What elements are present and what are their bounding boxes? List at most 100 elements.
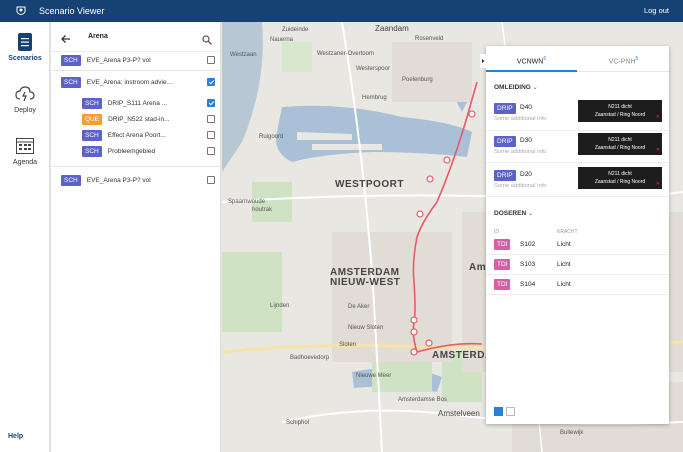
map-label-westzaner: Westzaner-Overtoom	[317, 51, 374, 57]
table-row[interactable]: TDI S104 Licht	[486, 275, 669, 295]
sch-badge: SCH	[82, 129, 102, 141]
map-label-nauerna: Nauerna	[270, 37, 294, 43]
que-badge: QUE	[82, 113, 103, 125]
crest-icon	[13, 3, 29, 19]
drip-row[interactable]: DRIP D40 Some additional info N211 dicht…	[494, 100, 664, 132]
divider	[51, 70, 221, 71]
cross-icon: ✕	[655, 181, 660, 187]
map-label-de-aker: De Aker	[348, 304, 370, 310]
list-item-label: EVE_Arena: instroom advie…	[86, 78, 174, 86]
view-toggle	[494, 407, 515, 416]
doseren-toggle[interactable]: DOSEREN ⌄	[494, 210, 533, 217]
map-label-zaandam: Zaandam	[375, 24, 409, 33]
list-item[interactable]: QUE DRIP_N522 stad-in...	[51, 112, 221, 126]
list-item-checkbox[interactable]	[207, 56, 215, 64]
tdi-id: S103	[520, 261, 536, 268]
drip-sign: N211 dicht Zaanstad / Ring Noord ✕	[578, 167, 662, 189]
list-item-checkbox[interactable]	[207, 78, 215, 86]
map-label-badhoevedorp: Badhoevedorp	[290, 355, 330, 361]
drip-sign: N211 dicht Zaanstad / Ring Noord ✕	[578, 133, 662, 155]
drip-row[interactable]: DRIP D20 Some additional info N211 dicht…	[494, 167, 664, 199]
drip-code: D40	[520, 104, 532, 111]
list-view-icon[interactable]	[494, 407, 503, 416]
sign-line-1: N211 dicht	[608, 137, 632, 143]
tab-label: VC-PNH	[608, 58, 636, 66]
divider	[486, 130, 669, 131]
table-row[interactable]: TDI S102 Licht	[486, 235, 669, 255]
map-label-ruigoord: Ruigoord	[259, 134, 284, 140]
nav-label-scenarios: Scenarios	[8, 55, 42, 62]
back-arrow-icon[interactable]	[61, 31, 71, 49]
list-item-label: DRIP_S111 Arena ...	[107, 99, 168, 107]
list-item-checkbox[interactable]	[207, 176, 215, 184]
sign-line-2: Zaanstad / Ring Noord	[594, 112, 646, 118]
tab-bar: VCNWN6 VC-PNH5	[486, 46, 669, 72]
omleiding-toggle[interactable]: OMLEIDING ⌄	[494, 84, 538, 91]
tdi-kracht: Licht	[557, 261, 571, 268]
tab-vcnwn[interactable]: VCNWN6	[486, 46, 577, 72]
list-item-label: Effect Arena Poort...	[107, 131, 166, 139]
section-title: DOSEREN	[494, 210, 527, 217]
list-item-label: DRIP_N522 stad-in...	[108, 115, 170, 123]
list-item-checkbox[interactable]	[207, 115, 215, 123]
sch-badge: SCH	[61, 54, 81, 66]
list-item-label: Probleemgebied	[107, 147, 156, 155]
map-label-westzaan: Westzaan	[230, 52, 257, 58]
list-item-label: EVE_Arena P3-P? vol	[86, 56, 151, 64]
list-item[interactable]: SCH DRIP_S111 Arena ...	[51, 96, 221, 110]
table-row[interactable]: TDI S103 Licht	[486, 255, 669, 275]
map-label-nieuw-sloten: Nieuw Sloten	[348, 325, 384, 331]
list-item[interactable]: SCH Effect Arena Poort...	[51, 128, 221, 142]
sign-line-1: N211 dicht	[608, 171, 632, 177]
list-item[interactable]: SCH Probleemgebied	[51, 144, 221, 158]
nav-label-agenda: Agenda	[12, 159, 38, 166]
sch-badge: SCH	[82, 97, 102, 109]
nav-item-scenarios[interactable]: Scenarios	[0, 32, 50, 62]
drip-badge: DRIP	[494, 103, 516, 114]
sch-badge: SCH	[61, 174, 81, 186]
chevron-down-icon: ⌄	[532, 85, 538, 91]
logout-link[interactable]: Log out	[644, 6, 669, 15]
list-item[interactable]: SCH EVE_Arena: instroom advie…	[51, 75, 221, 89]
sch-badge: SCH	[61, 76, 81, 88]
cross-icon: ✕	[655, 114, 660, 120]
list-item-checkbox[interactable]	[207, 99, 215, 107]
list-header: Arena	[51, 22, 220, 52]
map-label-westpoort: WESTPOORT	[335, 179, 404, 190]
nav-item-agenda[interactable]: Agenda	[0, 136, 50, 166]
map-label-lijnden: Lijnden	[270, 303, 290, 309]
chevron-down-icon: ⌄	[527, 211, 533, 217]
map-label-houtrak: houtrak	[252, 207, 273, 213]
sign-line-2: Zaanstad / Ring Noord	[594, 145, 646, 151]
tdi-kracht: Licht	[557, 281, 571, 288]
tab-count: 6	[543, 56, 547, 62]
tdi-badge: TDI	[494, 259, 511, 270]
tdi-badge: TDI	[494, 279, 511, 290]
map-label-amsterdamse-bos: Amsterdamse Bos	[398, 397, 448, 403]
list-item[interactable]: SCH EVE_Arena P3-P? vol	[51, 173, 221, 187]
drip-row[interactable]: DRIP D30 Some additional info N211 dicht…	[494, 133, 664, 165]
drip-info: Some additional info	[494, 116, 547, 122]
list-item[interactable]: SCH EVE_Arena P3-P? vol	[51, 53, 221, 67]
tab-count: 5	[635, 56, 639, 62]
drip-code: D30	[520, 137, 532, 144]
map-label-amstelveen: Amstelveen	[438, 409, 480, 418]
nav-item-deploy[interactable]: Deploy	[0, 84, 50, 114]
left-nav: Scenarios Deploy Agenda Help	[0, 22, 50, 452]
search-icon[interactable]	[202, 32, 212, 50]
divider	[51, 166, 221, 167]
drip-badge: DRIP	[494, 136, 516, 147]
sign-line-1: N211 dicht	[608, 104, 632, 110]
help-link[interactable]: Help	[8, 433, 23, 440]
map-label-sloten: Sloten	[339, 342, 357, 348]
cross-icon: ✕	[655, 147, 660, 153]
tdi-id: S104	[520, 281, 536, 288]
grid-view-icon[interactable]	[506, 407, 515, 416]
list-item-checkbox[interactable]	[207, 147, 215, 155]
tab-vc-pnh[interactable]: VC-PNH5	[578, 46, 669, 72]
map-label-westerspoor: Westerspoor	[356, 66, 390, 72]
tdi-kracht: Licht	[557, 241, 571, 248]
list-item-checkbox[interactable]	[207, 131, 215, 139]
map-label-nieuwe-meer: Nieuwe Meer	[356, 373, 392, 379]
map-label-hembrug: Hembrug	[362, 95, 387, 101]
